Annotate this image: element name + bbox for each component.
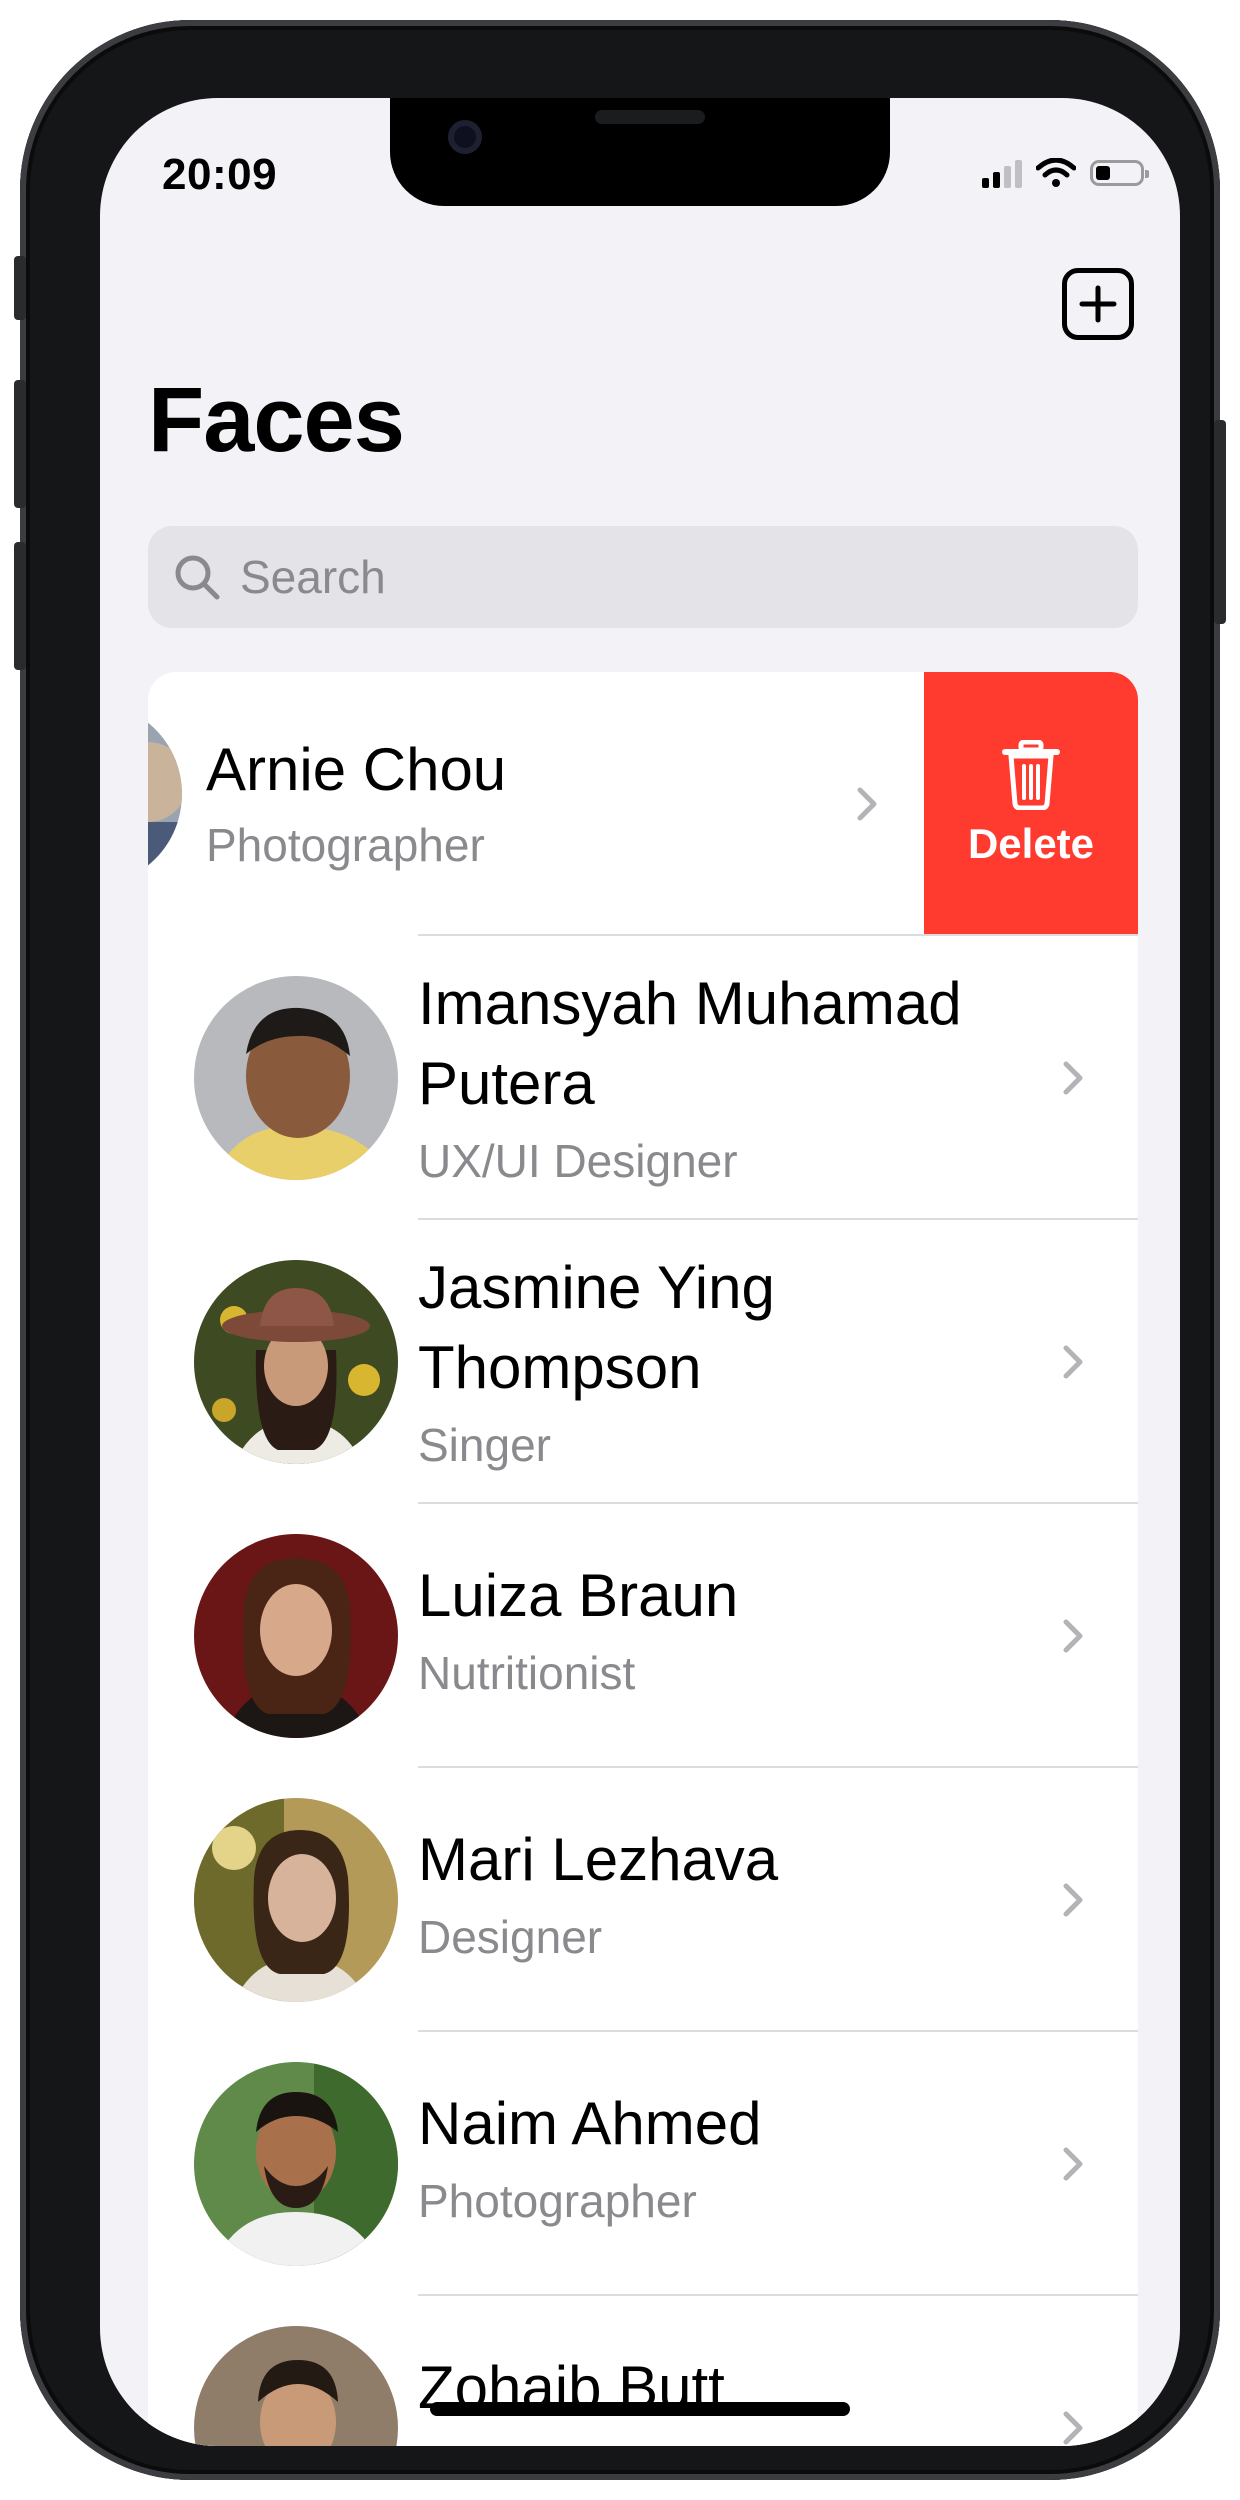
status-icons <box>982 158 1149 188</box>
screen: 20:09 Faces Search Arnie Chou Photograph… <box>100 98 1180 2446</box>
avatar <box>194 976 398 1180</box>
add-button[interactable] <box>1062 268 1134 340</box>
volume-up-button <box>14 380 26 508</box>
list-item[interactable]: Naim Ahmed Photographer <box>148 2032 1138 2296</box>
person-role: Designer <box>418 1911 603 1963</box>
home-indicator[interactable] <box>430 2402 850 2416</box>
person-role: Photographer <box>418 2175 697 2227</box>
avatar <box>194 1534 398 1738</box>
delete-button[interactable]: Delete <box>924 672 1138 936</box>
volume-down-button <box>14 542 26 670</box>
trash-icon <box>1002 740 1060 810</box>
power-button <box>1214 420 1226 624</box>
avatar <box>148 702 182 886</box>
person-name: Naim Ahmed <box>418 2090 762 2157</box>
chevron-right-icon <box>857 787 877 821</box>
chevron-right-icon <box>1063 1883 1083 1917</box>
avatar <box>194 1260 398 1464</box>
faces-list: Arnie Chou Photographer Delete Imansyah … <box>148 672 1138 2446</box>
chevron-right-icon <box>1063 1345 1083 1379</box>
mute-switch <box>14 256 26 320</box>
list-item[interactable]: Luiza Braun Nutritionist <box>148 1504 1138 1768</box>
wifi-icon <box>1036 158 1076 187</box>
person-name: Zohaib Butt <box>418 2354 725 2421</box>
search-input[interactable] <box>238 549 1042 605</box>
chevron-right-icon <box>1063 1061 1083 1095</box>
person-name: Mari Lezhava <box>418 1826 779 1893</box>
page-title: Faces <box>148 369 405 471</box>
status-time: 20:09 <box>162 150 278 199</box>
person-name: Arnie Chou <box>206 736 507 803</box>
notch <box>390 98 890 206</box>
search-bar[interactable] <box>148 526 1138 628</box>
person-role: Singer <box>418 1419 551 1471</box>
front-camera <box>448 120 482 154</box>
add-icon <box>1079 285 1117 323</box>
speaker <box>595 110 705 124</box>
chevron-right-icon <box>1063 2147 1083 2181</box>
phone-frame: 20:09 Faces Search Arnie Chou Photograph… <box>14 20 1226 2480</box>
list-item[interactable]: Jasmine Ying Thompson Singer <box>148 1220 1138 1504</box>
search-icon <box>175 555 220 600</box>
list-item[interactable]: Imansyah Muhamad Putera UX/UI Designer <box>148 936 1138 1220</box>
battery-icon <box>1090 160 1149 186</box>
person-name: Imansyah Muhamad Putera <box>418 970 962 1117</box>
person-name: Jasmine Ying Thompson <box>418 1254 775 1401</box>
signal-icon <box>982 158 1022 188</box>
chevron-right-icon <box>1063 1619 1083 1653</box>
list-item-swiped[interactable]: Arnie Chou Photographer Delete <box>148 672 1138 936</box>
delete-label: Delete <box>967 820 1095 867</box>
avatar <box>194 1798 398 2002</box>
list-item[interactable]: Mari Lezhava Designer <box>148 1768 1138 2032</box>
person-role: UX/UI Designer <box>418 1135 738 1187</box>
person-name: Luiza Braun <box>418 1562 739 1629</box>
person-role: Photographer <box>206 819 485 871</box>
list-item[interactable]: Zohaib Butt <box>148 2296 1138 2446</box>
avatar <box>194 2326 398 2446</box>
avatar <box>194 2062 398 2266</box>
chevron-right-icon <box>1063 2411 1083 2445</box>
person-role: Nutritionist <box>418 1647 636 1699</box>
